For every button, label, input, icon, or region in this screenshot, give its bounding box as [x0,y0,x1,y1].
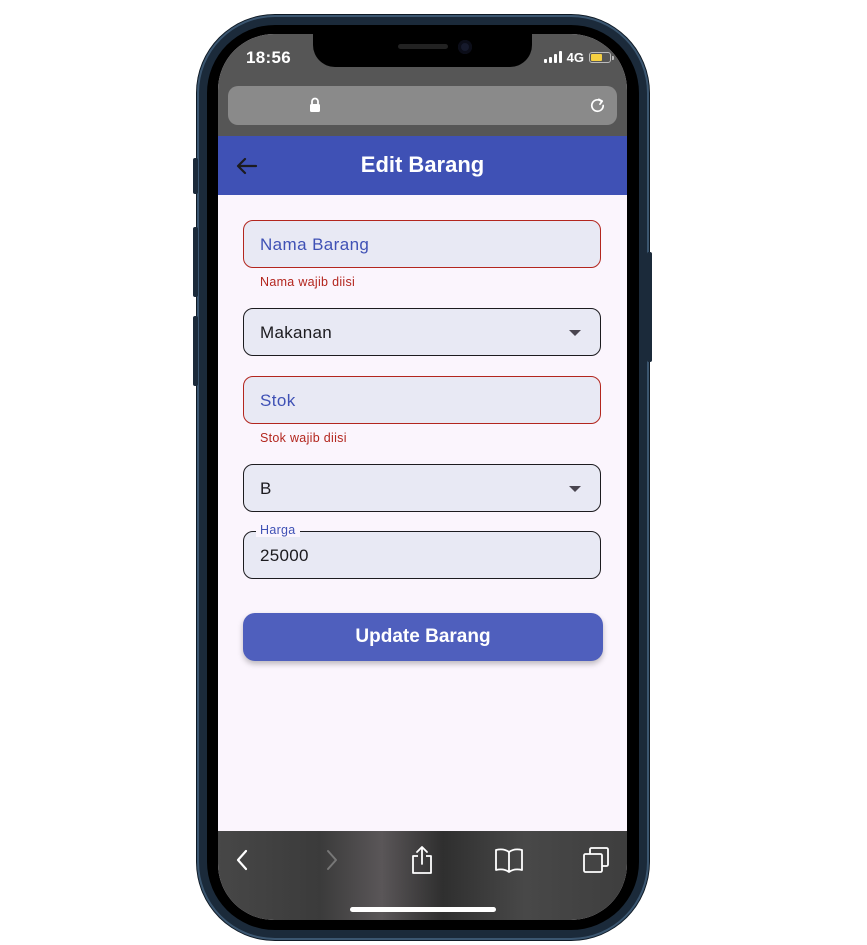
share-icon [412,846,432,874]
stok-input[interactable]: Stok [243,376,601,424]
volume-down-button [193,316,198,386]
browser-forward-button[interactable] [315,843,349,877]
harga-input[interactable]: Harga 25000 [243,523,601,579]
grade-dropdown[interactable]: B [243,464,601,512]
browser-top-bar: 18:56 4G [218,34,627,136]
notch [313,34,532,67]
browser-back-button[interactable] [225,843,259,877]
lock-icon [310,97,320,112]
signal-icon [543,51,562,63]
bookmarks-button[interactable] [492,843,526,877]
page-title: Edit Barang [360,152,485,177]
grade-selected: B [260,479,272,498]
phone-screen: 18:56 4G Edit Barang Nama Barang Nama wa… [218,34,627,920]
browser-toolbar [218,831,627,920]
form-container: Nama Barang Nama wajib diisi Makanan Sto… [218,195,627,831]
nama-barang-input[interactable]: Nama Barang [243,220,601,268]
status-indicators: 4G [543,49,614,65]
share-button[interactable] [405,843,439,877]
nama-barang-placeholder: Nama Barang [260,235,370,254]
tabs-button[interactable] [579,843,613,877]
kategori-dropdown[interactable]: Makanan [243,308,601,356]
power-button [647,252,652,362]
harga-value: 25000 [260,546,309,565]
status-time: 18:56 [246,48,291,67]
stok-error-text: Stok wajib diisi [260,431,347,445]
home-indicator [350,907,496,912]
update-barang-button[interactable]: Update Barang [243,613,603,661]
speaker-grille [398,44,448,49]
chevron-right-icon [327,850,337,870]
reload-icon[interactable] [588,96,607,115]
front-camera [458,40,472,54]
network-label: 4G [566,49,584,65]
chevron-left-icon [236,849,248,871]
bookmarks-icon [495,848,523,873]
stok-placeholder: Stok [260,391,296,410]
volume-up-button [193,227,198,297]
dropdown-arrow-icon [569,330,581,336]
harga-label: Harga [256,523,300,537]
url-bar[interactable] [228,86,617,125]
app-bar: Edit Barang [218,136,627,195]
tabs-icon [583,847,609,873]
nama-error-text: Nama wajib diisi [260,275,356,289]
mute-switch [193,158,198,194]
dropdown-arrow-icon [569,486,581,492]
battery-icon [589,51,614,63]
kategori-selected: Makanan [260,323,333,342]
